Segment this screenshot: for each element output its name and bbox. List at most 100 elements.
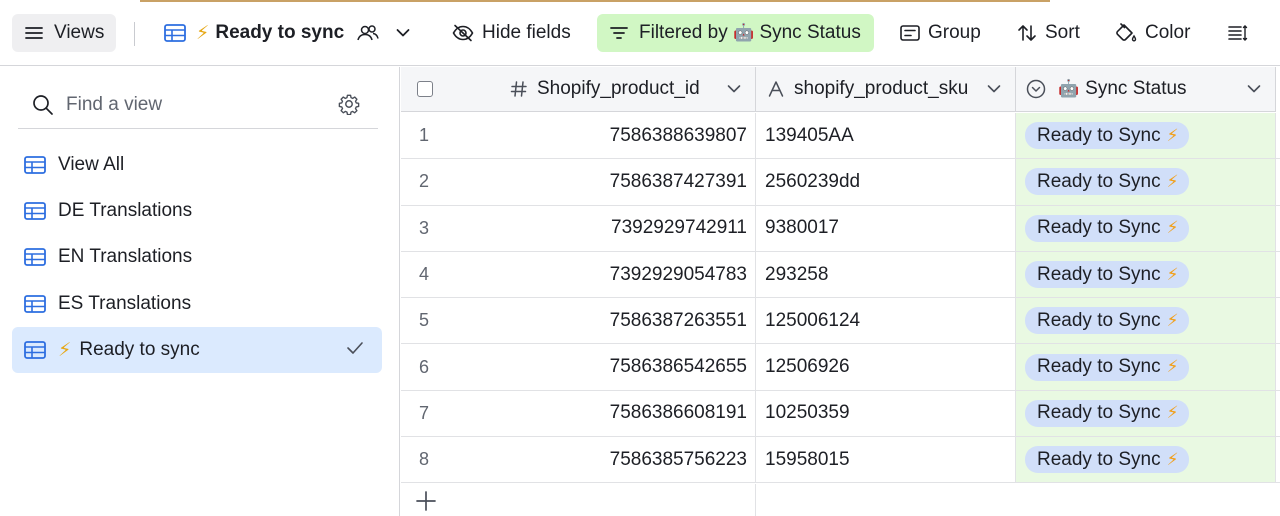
row-height-icon [1228,25,1248,41]
cell-product-id[interactable]: 7586386542655 [506,344,756,390]
color-label: Color [1145,22,1191,43]
select-all-checkbox[interactable] [417,81,433,97]
cell-sync-status[interactable]: Ready to Sync ⚡ [1016,344,1276,390]
hide-fields-label: Hide fields [482,22,571,43]
status-badge: Ready to Sync ⚡ [1025,307,1189,335]
grid-view-icon [24,341,46,359]
column-header-shopify-product-id[interactable]: Shopify_product_id [506,67,756,112]
column-name: shopify_product_sku [794,78,969,99]
sidebar-item-en-translations[interactable]: EN Translations [12,234,382,280]
group-label: Group [928,22,981,43]
records-grid: Shopify_product_id shopify_product_sku 🤖… [401,67,1280,516]
filter-button[interactable]: Filtered by 🤖 Sync Status [597,14,874,52]
bolt-icon: ⚡ [58,339,72,361]
column-header-shopify-product-sku[interactable]: shopify_product_sku [756,67,1016,112]
gear-icon[interactable] [338,93,360,115]
bolt-icon: ⚡ [1166,310,1179,330]
table-row[interactable]: 7 7586386608191 10250359 Ready to Sync ⚡ [401,390,1280,438]
single-select-icon [1026,79,1046,99]
find-view-search [18,81,378,129]
find-view-input[interactable] [66,93,316,116]
row-number: 4 [419,264,430,285]
sidebar-item-label: Ready to sync [79,339,200,360]
number-icon [510,81,527,97]
plus-icon[interactable] [415,490,437,512]
filter-label: Filtered by 🤖 Sync Status [639,22,861,43]
row-number: 2 [419,171,430,192]
cell-product-sku[interactable]: 12506926 [756,344,1016,390]
color-button[interactable]: Color [1103,14,1202,52]
cell-product-id[interactable]: 7392929054783 [506,251,756,298]
sort-button[interactable]: Sort [1005,14,1092,52]
cell-sync-status[interactable]: Ready to Sync ⚡ [1016,113,1276,159]
cell-product-id[interactable]: 7392929742911 [506,205,756,251]
bolt-icon: ⚡ [1166,125,1179,145]
table-body: 1 7586388639807 139405AA Ready to Sync ⚡ … [401,113,1280,484]
table-row[interactable]: 4 7392929054783 293258 Ready to Sync ⚡ [401,251,1280,299]
table-row[interactable]: 6 7586386542655 12506926 Ready to Sync ⚡ [401,344,1280,391]
bolt-icon: ⚡ [1166,403,1179,423]
sidebar-item-de-translations[interactable]: DE Translations [12,188,382,234]
table-row[interactable]: 8 7586385756223 15958015 Ready to Sync ⚡ [401,437,1280,484]
table-row[interactable]: 1 7586388639807 139405AA Ready to Sync ⚡ [401,113,1280,160]
add-record-row[interactable] [401,484,1280,516]
grid-view-icon [24,202,46,220]
cell-product-sku[interactable]: 139405AA [756,113,1016,159]
grid-view-icon [24,248,46,266]
row-number: 1 [419,125,430,146]
robot-emoji-icon: 🤖 [732,23,755,42]
views-toggle-button[interactable]: Views [12,14,116,52]
sidebar-item-es-translations[interactable]: ES Translations [12,281,382,327]
row-number: 7 [419,402,430,423]
cell-product-id[interactable]: 7586387263551 [506,298,756,344]
chevron-down-icon[interactable] [727,84,741,94]
row-height-button[interactable] [1215,14,1261,52]
select-all-header [401,67,506,112]
cell-product-sku[interactable]: 2560239dd [756,159,1016,205]
grid-view-icon [24,156,46,174]
chevron-down-icon[interactable] [1247,84,1261,94]
cell-product-sku[interactable]: 9380017 [756,205,1016,251]
hamburger-icon [25,27,43,39]
status-badge: Ready to Sync ⚡ [1025,399,1189,427]
group-icon [900,25,920,41]
cell-product-sku[interactable]: 293258 [756,251,1016,298]
cell-product-id[interactable]: 7586385756223 [506,437,756,483]
cell-product-sku[interactable]: 15958015 [756,437,1016,483]
cell-product-sku[interactable]: 10250359 [756,390,1016,437]
table-row[interactable]: 3 7392929742911 9380017 Ready to Sync ⚡ [401,205,1280,252]
row-number: 6 [419,356,430,377]
column-header-sync-status[interactable]: 🤖 Sync Status [1016,67,1276,112]
sort-label: Sort [1045,22,1080,43]
cell-sync-status[interactable]: Ready to Sync ⚡ [1016,298,1276,344]
cell-product-id[interactable]: 7586386608191 [506,390,756,437]
chevron-down-icon[interactable] [987,84,1001,94]
checkmark-icon [347,342,363,354]
robot-emoji-icon: 🤖 [1058,79,1080,98]
chevron-down-icon [396,29,410,37]
cell-product-id[interactable]: 7586388639807 [506,113,756,159]
cell-product-sku[interactable]: 125006124 [756,298,1016,344]
collaborative-view-icon [357,25,379,41]
cell-sync-status[interactable]: Ready to Sync ⚡ [1016,437,1276,483]
table-row[interactable]: 5 7586387263551 125006124 Ready to Sync ⚡ [401,298,1280,345]
current-view-menu[interactable]: ⚡ Ready to sync [152,14,422,52]
table-row[interactable]: 2 7586387427391 2560239dd Ready to Sync ⚡ [401,159,1280,206]
cell-sync-status[interactable]: Ready to Sync ⚡ [1016,205,1276,251]
hide-fields-button[interactable]: Hide fields [440,14,583,52]
sidebar-item-label: DE Translations [58,200,193,221]
column-name: Shopify_product_id [537,78,700,99]
sidebar-item-view-all[interactable]: View All [12,142,382,188]
cell-sync-status[interactable]: Ready to Sync ⚡ [1016,390,1276,437]
cell-sync-status[interactable]: Ready to Sync ⚡ [1016,251,1276,298]
views-label: Views [54,22,105,43]
status-badge: Ready to Sync ⚡ [1025,122,1189,150]
column-name: Sync Status [1085,78,1187,99]
views-sidebar: View All DE Translations EN Translations… [0,67,400,516]
sidebar-item-ready-to-sync[interactable]: ⚡ Ready to sync [12,327,382,373]
cell-sync-status[interactable]: Ready to Sync ⚡ [1016,159,1276,205]
cell-product-id[interactable]: 7586387427391 [506,159,756,205]
group-button[interactable]: Group [888,14,993,52]
status-badge: Ready to Sync ⚡ [1025,168,1189,196]
row-number: 8 [419,449,430,470]
